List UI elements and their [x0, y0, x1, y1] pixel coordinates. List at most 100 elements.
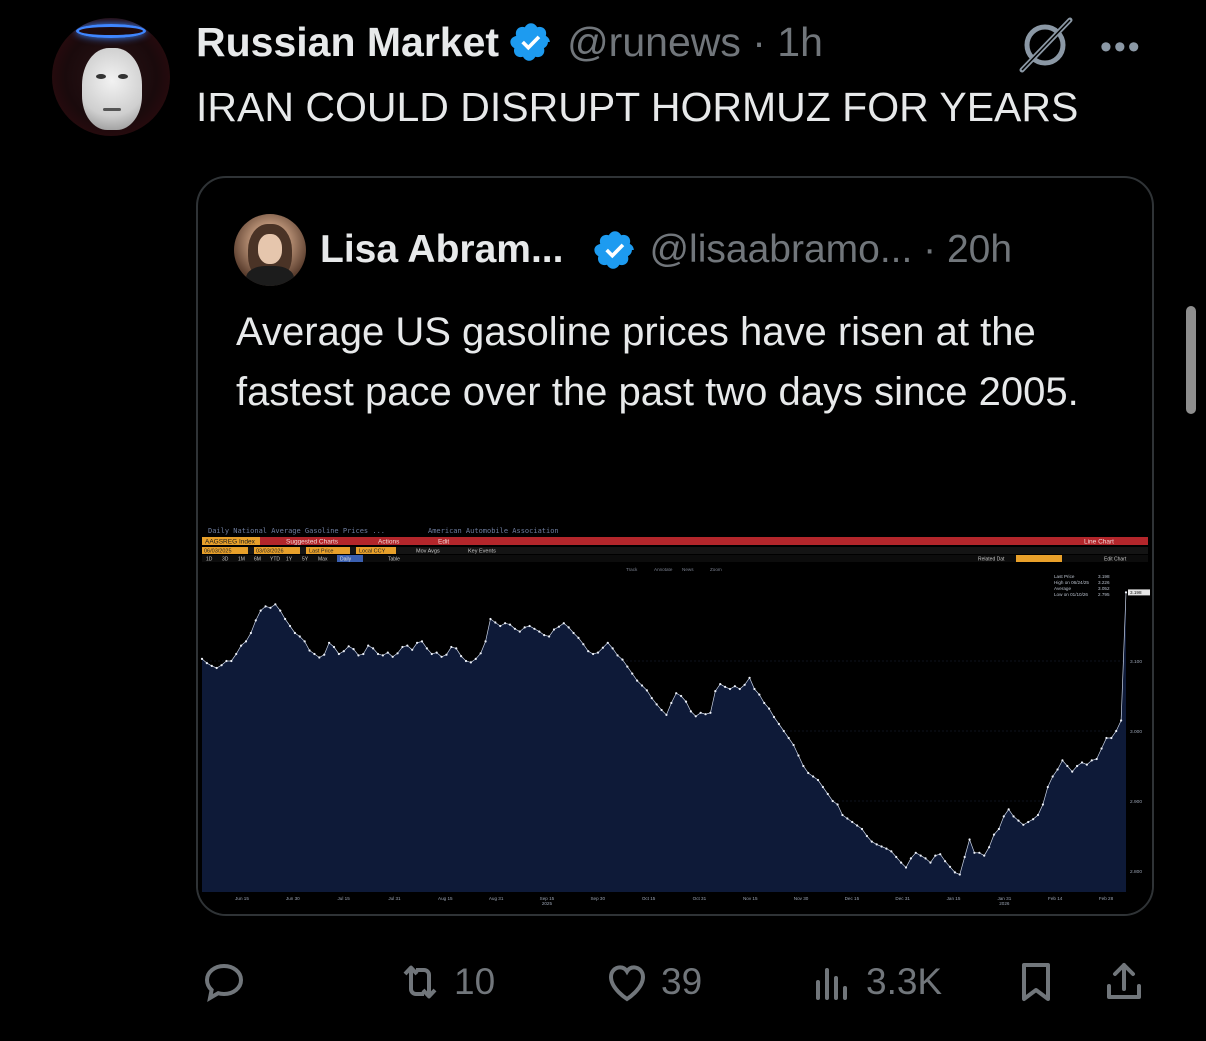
quoted-author-handle-time[interactable]: @lisaabramo... · 20h	[649, 228, 1012, 272]
data-point	[332, 645, 336, 649]
range-button[interactable]: 5Y	[302, 557, 309, 563]
data-point	[288, 624, 292, 628]
data-point	[812, 775, 815, 778]
data-point	[626, 665, 629, 668]
gasoline-price-chart: Daily National Average Gasoline Prices .…	[200, 527, 1150, 906]
author-avatar[interactable]	[52, 18, 170, 136]
data-point	[704, 713, 707, 716]
data-point	[499, 624, 502, 628]
range-button[interactable]: 3D	[222, 557, 229, 563]
data-point	[1120, 719, 1123, 722]
mov-avgs-label[interactable]: Mov Avgs	[416, 549, 440, 555]
scrollbar[interactable]	[1186, 306, 1196, 414]
last-price-label: 3.198	[1130, 590, 1142, 595]
quoted-post-header: Lisa Abram... @lisaabramo... · 20h	[320, 226, 1012, 274]
data-point	[1115, 729, 1118, 733]
range-button[interactable]: YTD	[270, 557, 280, 563]
data-point	[308, 649, 311, 652]
chart-image[interactable]: Daily National Average Gasoline Prices .…	[198, 522, 1152, 914]
data-point	[900, 861, 903, 864]
terminal-source: American Automobile Association	[428, 527, 559, 535]
data-point	[1061, 759, 1064, 762]
data-point	[1085, 763, 1088, 766]
y-tick-label: 2.800	[1130, 869, 1142, 875]
x-tick-label: Jun 15	[235, 896, 249, 901]
data-point	[782, 729, 785, 733]
data-point	[445, 653, 448, 656]
quoted-author-name[interactable]: Lisa Abram...	[320, 228, 563, 272]
chart-tool-label[interactable]: Track	[626, 567, 638, 572]
data-point	[650, 697, 653, 700]
data-point	[988, 846, 991, 849]
author-handle-time[interactable]: @runews · 1h	[567, 19, 823, 66]
chart-tool-label[interactable]: News	[682, 567, 694, 572]
quoted-author-avatar[interactable]	[234, 214, 306, 286]
like-button[interactable]: 39	[603, 958, 702, 1006]
data-point	[362, 652, 365, 656]
related-data-box[interactable]	[1016, 555, 1062, 562]
chart-tool-label[interactable]: Zoom	[710, 567, 722, 572]
range-button[interactable]: 1D	[206, 557, 213, 563]
x-tick-label: Feb 28	[1099, 896, 1114, 901]
avatar-shirt	[246, 266, 294, 286]
field-local-ccy: Local CCY	[359, 549, 386, 555]
more-options-icon[interactable]: •••	[1100, 28, 1142, 67]
data-point	[1124, 591, 1128, 594]
repost-button[interactable]: 10	[396, 958, 495, 1006]
data-point	[856, 824, 859, 827]
chart-tools: Track Annotate News Zoom	[626, 567, 722, 572]
bookmark-button[interactable]	[1012, 958, 1060, 1006]
range-button[interactable]: 6M	[254, 557, 261, 563]
data-point	[1095, 757, 1098, 761]
data-point	[411, 648, 414, 651]
grok-icon[interactable]	[1016, 16, 1074, 74]
data-point	[1066, 764, 1069, 768]
table-label[interactable]: Table	[388, 557, 400, 563]
data-point	[450, 645, 453, 649]
data-point	[284, 617, 287, 621]
author-name[interactable]: Russian Market	[196, 19, 499, 66]
reply-button[interactable]	[200, 958, 258, 1006]
range-button[interactable]: 1M	[238, 557, 245, 563]
data-point	[372, 647, 375, 650]
data-point	[1071, 770, 1074, 773]
data-point	[274, 603, 277, 606]
data-point	[851, 820, 854, 824]
data-point	[831, 799, 834, 803]
data-point	[1017, 819, 1020, 822]
data-point	[249, 631, 252, 635]
menu-suggested-charts[interactable]: Suggested Charts	[286, 539, 339, 546]
related-data-label[interactable]: Related Dat	[978, 557, 1005, 563]
menu-actions[interactable]: Actions	[378, 539, 400, 546]
data-point	[484, 640, 487, 643]
data-point	[934, 854, 937, 857]
legend-average: Average	[1054, 586, 1071, 591]
data-point	[1022, 823, 1025, 826]
data-point	[259, 609, 262, 612]
views-button[interactable]: 3.3K	[808, 958, 942, 1006]
edit-chart-label[interactable]: Edit Chart	[1104, 557, 1127, 563]
data-point	[983, 854, 986, 857]
data-point	[582, 643, 585, 646]
x-tick-label: Jun 30	[286, 896, 300, 901]
data-point	[230, 659, 233, 663]
data-point	[244, 640, 248, 643]
data-point	[425, 647, 428, 650]
date-end: 03/03/2026	[256, 549, 284, 555]
quoted-post[interactable]: Lisa Abram... @lisaabramo... · 20h Avera…	[196, 176, 1154, 916]
key-events-label[interactable]: Key Events	[468, 549, 496, 555]
data-point	[430, 652, 433, 656]
share-button[interactable]	[1100, 958, 1148, 1006]
data-point	[1100, 747, 1103, 750]
data-point	[416, 641, 419, 644]
chart-tool-label[interactable]: Annotate	[654, 567, 673, 572]
line-chart-label[interactable]: Line Chart	[1084, 539, 1114, 546]
data-point	[396, 652, 399, 655]
data-point	[264, 605, 267, 608]
range-button[interactable]: 1Y	[286, 557, 293, 563]
data-point	[435, 651, 438, 654]
menu-edit[interactable]: Edit	[438, 539, 449, 546]
data-point	[948, 865, 952, 868]
data-point	[699, 711, 702, 714]
range-button[interactable]: Max	[318, 557, 328, 563]
